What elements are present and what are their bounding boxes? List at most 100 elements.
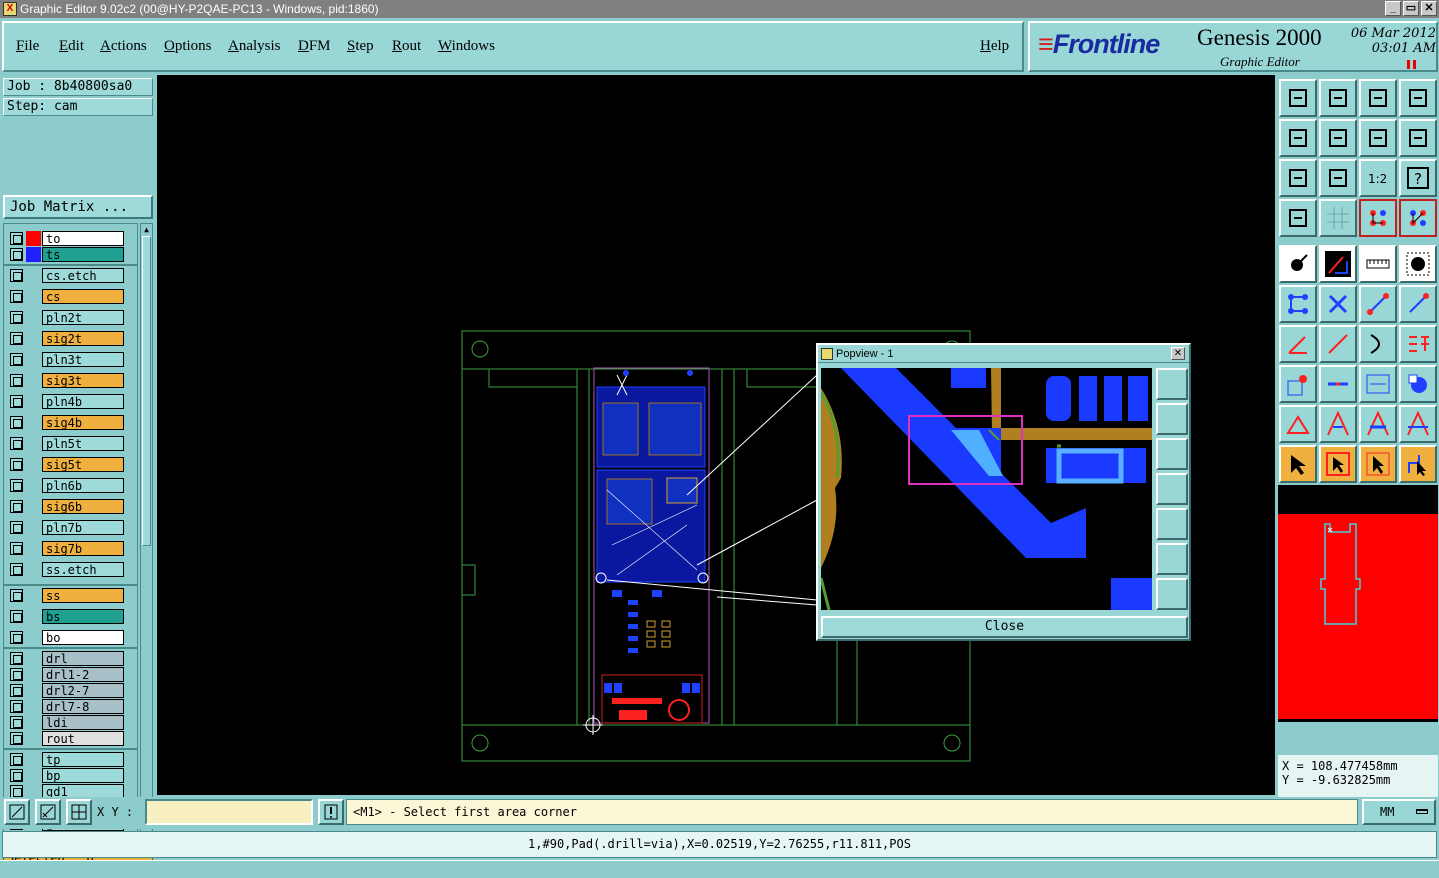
layer-name[interactable]: ss [42, 588, 124, 603]
layer-checkbox[interactable] [10, 437, 23, 450]
cursor-icon[interactable] [1279, 445, 1317, 483]
layer-row[interactable]: sig2t [8, 331, 137, 346]
layer-checkbox[interactable] [10, 542, 23, 555]
layer-name[interactable]: pln2t [42, 310, 124, 325]
layer-row[interactable]: sig4b [8, 415, 137, 430]
popview-close-button[interactable]: Close [821, 616, 1188, 638]
layer-row[interactable]: drl7-8 [8, 699, 137, 714]
pause-icon[interactable] [1407, 60, 1416, 69]
zoom-down-icon[interactable] [1319, 79, 1357, 117]
layer-checkbox[interactable] [10, 500, 23, 513]
layer-name[interactable]: sig5t [42, 457, 124, 472]
layer-name[interactable]: ts [42, 247, 124, 262]
minus-icon[interactable] [1319, 365, 1357, 403]
layer-checkbox[interactable] [10, 479, 23, 492]
layer-checkbox[interactable] [10, 563, 23, 576]
scale-1-2-icon[interactable]: 1:2 [1359, 159, 1397, 197]
scroll-up-icon[interactable]: ▲ [141, 224, 152, 235]
layer-name[interactable]: sig4b [42, 415, 124, 430]
layer-row[interactable]: sig3t [8, 373, 137, 388]
layer-row[interactable]: drl2-7 [8, 683, 137, 698]
layer-row[interactable]: ldi [8, 715, 137, 730]
angle-icon[interactable] [1279, 325, 1317, 363]
layer-checkbox[interactable] [10, 374, 23, 387]
popview-canvas[interactable] [821, 368, 1152, 610]
layer-row[interactable]: pln4b [8, 394, 137, 409]
layers-red-icon[interactable] [1359, 199, 1397, 237]
alert-icon[interactable] [318, 799, 344, 825]
menu-rout[interactable]: Rout [392, 38, 421, 55]
minimize-button[interactable]: _ [1385, 1, 1401, 16]
panel-icon[interactable] [1399, 79, 1437, 117]
layer-checkbox[interactable] [10, 700, 23, 713]
layer-checkbox[interactable] [10, 232, 23, 245]
layer-name[interactable]: bp [42, 768, 124, 783]
triangle-c-icon[interactable] [1399, 405, 1437, 443]
home-icon[interactable] [1359, 79, 1397, 117]
popview-zoom-out-icon[interactable] [1156, 578, 1188, 610]
group-icon[interactable] [1399, 365, 1437, 403]
menu-file[interactable]: File [16, 38, 39, 55]
xy-input[interactable] [145, 799, 313, 825]
layer-checkbox[interactable] [10, 668, 23, 681]
pan-right-icon[interactable] [1319, 119, 1357, 157]
layer-name[interactable]: rout [42, 731, 124, 746]
layer-checkbox[interactable] [10, 521, 23, 534]
layer-name[interactable]: pln7b [42, 520, 124, 535]
layer-name[interactable]: pln5t [42, 436, 124, 451]
layer-row[interactable]: pln6b [8, 478, 137, 493]
zoom-fit-icon[interactable] [1279, 159, 1317, 197]
measure-box-icon[interactable] [1359, 365, 1397, 403]
ruler-icon[interactable] [1359, 245, 1397, 283]
layer-row[interactable]: tp [8, 752, 137, 767]
slash-icon[interactable] [1319, 325, 1357, 363]
cross-icon[interactable] [1319, 285, 1357, 323]
layer-row[interactable]: sig5t [8, 457, 137, 472]
menu-windows[interactable]: Windows [438, 38, 495, 55]
layer-checkbox[interactable] [10, 732, 23, 745]
maximize-button[interactable]: ▭ [1403, 1, 1419, 16]
layer-name[interactable]: cs.etch [42, 268, 124, 283]
layer-row[interactable]: bo [8, 630, 137, 645]
layer-name[interactable]: sig2t [42, 331, 124, 346]
layer-name[interactable]: drl7-8 [42, 699, 124, 714]
layer-name[interactable]: drl2-7 [42, 683, 124, 698]
layer-checkbox[interactable] [10, 416, 23, 429]
layer-checkbox[interactable] [10, 458, 23, 471]
popview-titlebar[interactable]: Popview - 1 ✕ [818, 345, 1189, 363]
help-icon[interactable]: ? [1399, 159, 1437, 197]
units-select[interactable]: MM [1362, 799, 1436, 825]
close-button[interactable]: ✕ [1421, 1, 1437, 16]
layer-row[interactable]: bp [8, 768, 137, 783]
popview-pan-up-icon[interactable] [1156, 403, 1188, 435]
layer-row[interactable]: sig7b [8, 541, 137, 556]
popview-window[interactable]: Popview - 1 ✕ Close [816, 343, 1191, 641]
layer-row[interactable]: sig6b [8, 499, 137, 514]
layer-checkbox[interactable] [10, 652, 23, 665]
layer-row[interactable]: ss.etch [8, 562, 137, 577]
layer-checkbox[interactable] [10, 753, 23, 766]
edit-line-icon[interactable] [1319, 245, 1357, 283]
layer-row[interactable]: pln3t [8, 352, 137, 367]
layer-checkbox[interactable] [10, 589, 23, 602]
layer-row[interactable]: pln7b [8, 520, 137, 535]
layer-name[interactable]: ss.etch [42, 562, 124, 577]
circle-pad-icon[interactable] [1399, 245, 1437, 283]
overview-map[interactable] [1278, 485, 1438, 722]
popview-pan-right-icon[interactable] [1156, 508, 1188, 540]
layer-checkbox[interactable] [10, 716, 23, 729]
layer-checkbox[interactable] [10, 395, 23, 408]
pan-left-icon[interactable] [1279, 119, 1317, 157]
zoom-center-icon[interactable] [1319, 159, 1357, 197]
snap-icon[interactable] [4, 799, 30, 825]
layer-row[interactable]: cs.etch [8, 268, 137, 283]
layer-name[interactable]: drl [42, 651, 124, 666]
layer-row[interactable]: to [8, 231, 137, 246]
menu-options[interactable]: Options [164, 38, 212, 55]
layer-scrollbar[interactable]: ▲ ▼ [140, 223, 153, 843]
layer-checkbox[interactable] [10, 684, 23, 697]
cursor-select-icon[interactable] [1359, 445, 1397, 483]
layer-name[interactable]: cs [42, 289, 124, 304]
triangle-icon[interactable] [1279, 405, 1317, 443]
menu-dfm[interactable]: DFM [298, 38, 331, 55]
